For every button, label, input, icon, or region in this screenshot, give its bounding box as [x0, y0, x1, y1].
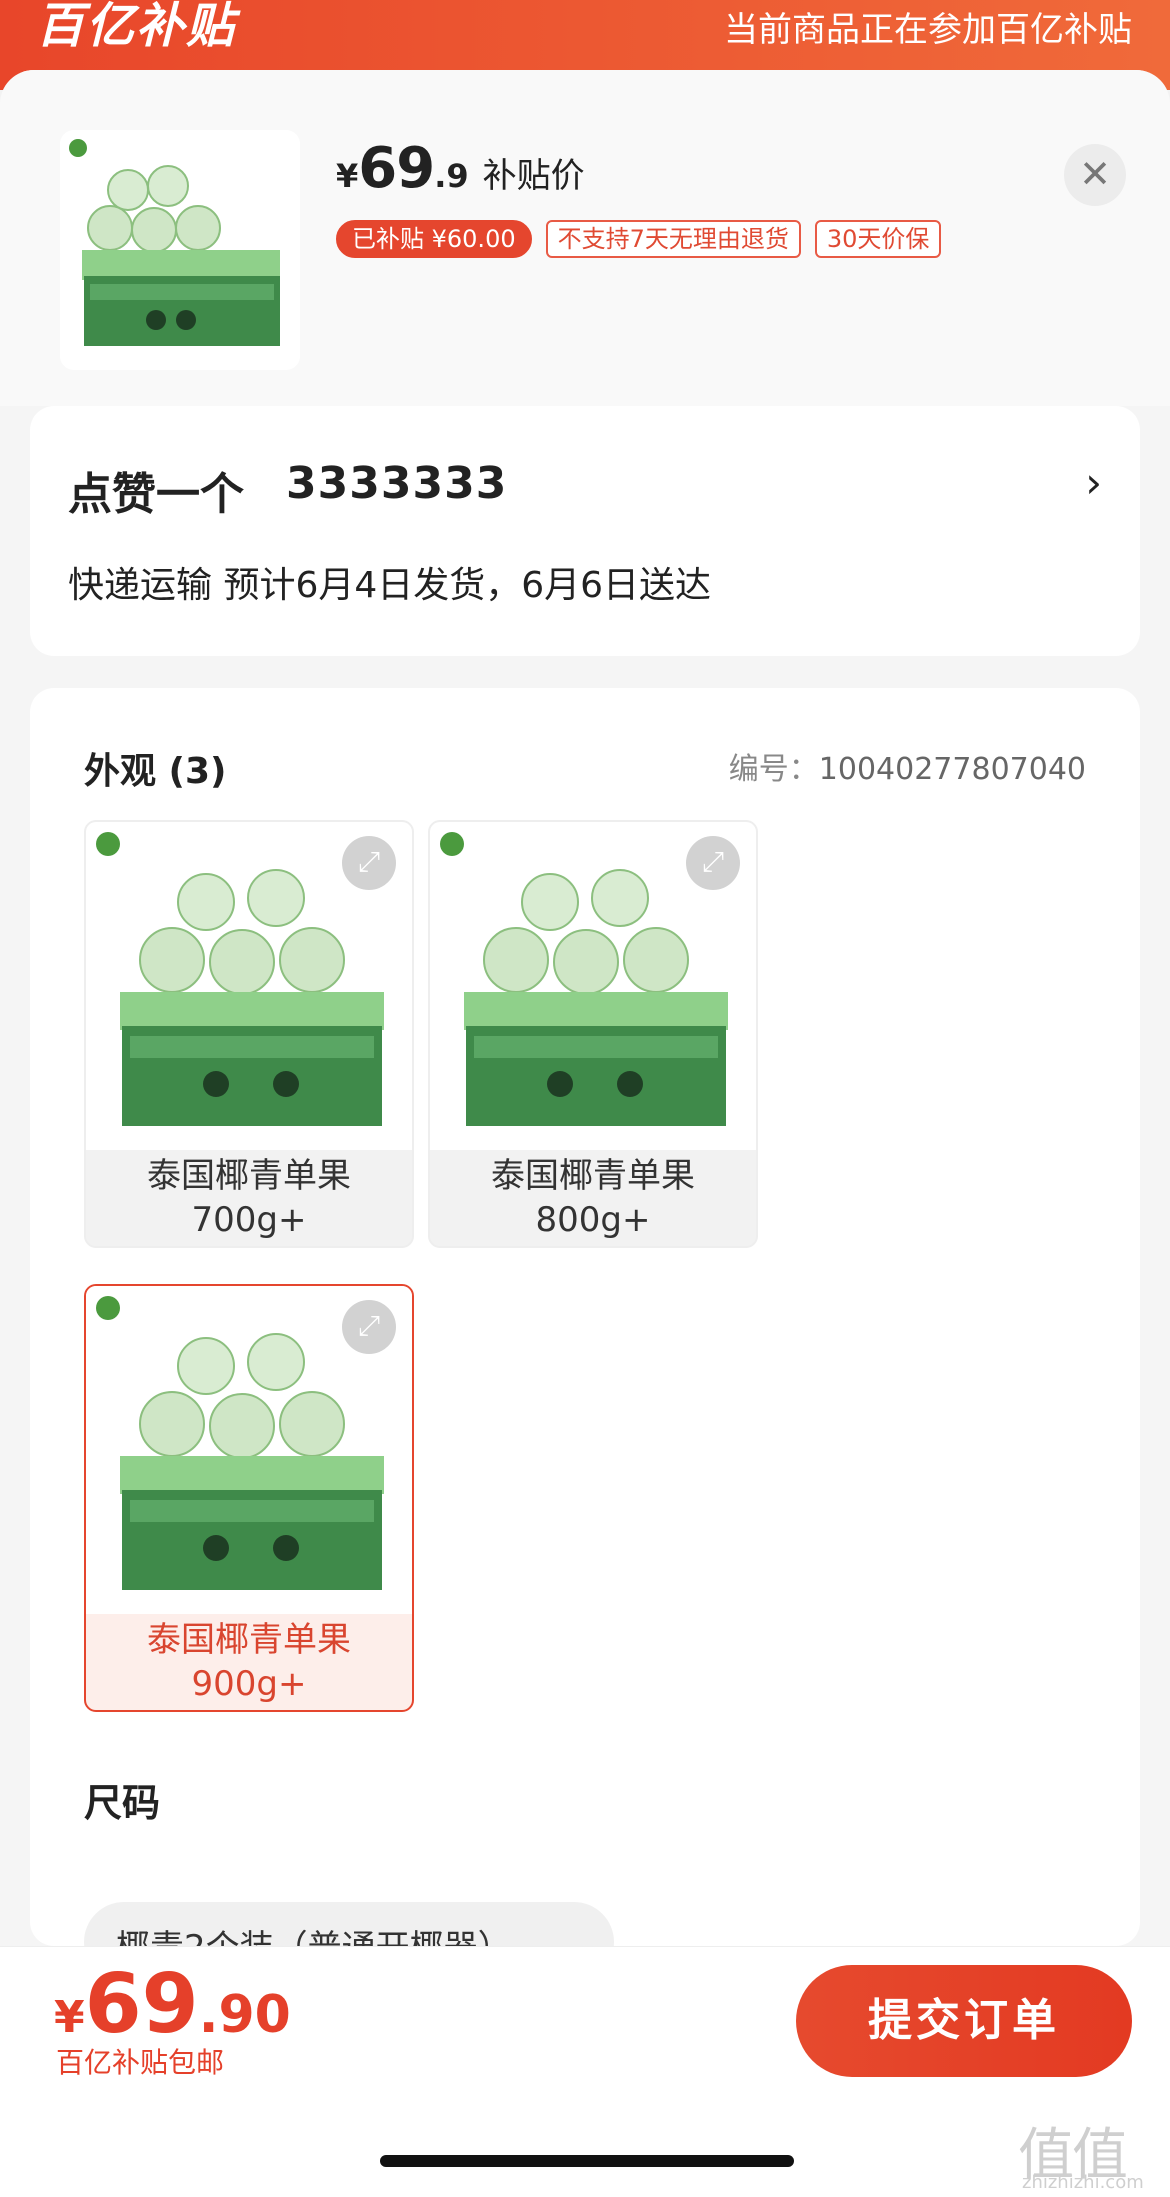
option-weight: 900g+: [191, 1664, 307, 1704]
option-label: 泰国椰青单果 700g+: [86, 1150, 412, 1246]
chevron-right-icon[interactable]: ›: [1085, 458, 1102, 507]
price-decimal: .9: [434, 157, 469, 195]
product-tags: 已补贴 ¥60.00 不支持7天无理由退货 30天价保: [336, 220, 942, 258]
spec-card: 外观 (3) 编号：1004027780704​0 ⤢ 泰国椰青单果 700g: [30, 688, 1140, 1982]
spec-option-900g[interactable]: ⤢ 泰国椰青单果 900g+: [84, 1284, 414, 1712]
total-decimal: .90: [198, 1985, 291, 2045]
brand-logo: 百亿补贴: [36, 0, 237, 54]
code-label: 编号：: [728, 752, 819, 787]
submit-order-button[interactable]: 提交订单: [796, 1965, 1132, 2077]
price-integer: 69: [358, 136, 435, 201]
size-title: 尺码: [84, 1781, 161, 1825]
product-summary: ¥ 69 .9 补贴价 已补贴 ¥60.00 不支持7天无理由退货 30天价保 …: [0, 70, 1170, 406]
coconut-box-image: [60, 130, 300, 370]
product-thumbnail[interactable]: [60, 130, 300, 370]
expand-icon[interactable]: ⤢: [342, 836, 396, 890]
no-return-tag: 不支持7天无理由退货: [545, 220, 801, 258]
total-price: ¥ 69 .90: [54, 1957, 291, 2052]
option-weight: 800g+: [535, 1200, 651, 1240]
subsidy-notice: 当前商品正在参加百亿补贴: [724, 10, 1132, 50]
close-icon[interactable]: ✕: [1064, 144, 1126, 206]
watermark-url: zhizhizhi.com: [1022, 2172, 1144, 2193]
option-label: 泰国椰青单果 800g+: [430, 1150, 756, 1246]
spec-option-700g[interactable]: ⤢ 泰国椰青单果 700g+: [84, 820, 414, 1248]
option-name: 泰国椰青单果: [147, 1620, 351, 1660]
total-integer: 69: [84, 1957, 199, 2052]
expand-icon[interactable]: ⤢: [686, 836, 740, 890]
currency-symbol: ¥: [54, 1992, 85, 2043]
home-indicator[interactable]: [380, 2155, 794, 2167]
product-code: 编号：1004027780704​0: [729, 744, 1086, 788]
address-card[interactable]: 点赞一个 3333333 › 快递运输 预计6月4日发货，6月6日送达: [30, 406, 1140, 656]
option-label: 泰国椰青单果 900g+: [86, 1614, 412, 1710]
shipping-estimate: 快递运输 预计6月4日发货，6月6日送达: [68, 565, 712, 606]
price-protect-tag: 30天价保: [814, 220, 942, 258]
subsidy-tag: 已补贴 ¥60.00: [336, 220, 532, 258]
appearance-title: 外观 (3): [84, 751, 227, 792]
option-name: 泰国椰青单果: [147, 1156, 351, 1196]
option-name: 泰国椰青单果: [491, 1156, 695, 1196]
price-label: 补贴价: [482, 156, 585, 196]
expand-icon[interactable]: ⤢: [342, 1300, 396, 1354]
subsidy-price: ¥ 69 .9 补贴价: [336, 136, 585, 201]
currency-symbol: ¥: [336, 157, 359, 195]
option-weight: 700g+: [191, 1200, 307, 1240]
spec-option-800g[interactable]: ⤢ 泰国椰青单果 800g+: [428, 820, 758, 1248]
recipient-name: 点赞一个: [68, 469, 244, 520]
free-shipping-note: 百亿补贴包邮: [56, 2046, 225, 2079]
code-value: 1004027780704​0: [818, 752, 1086, 787]
recipient-phone: 3333333: [286, 458, 508, 509]
